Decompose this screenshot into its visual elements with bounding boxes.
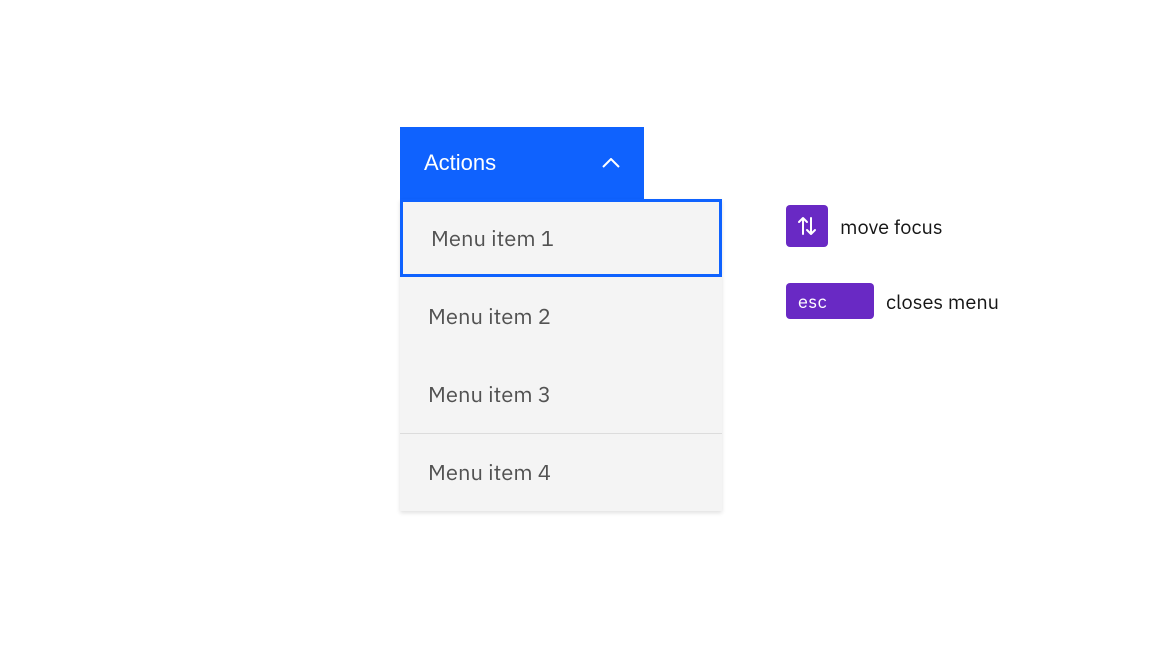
chevron-up-icon: [602, 158, 620, 168]
legend-row-arrows: move focus: [786, 205, 999, 247]
menu-item-3[interactable]: Menu item 3: [400, 355, 722, 433]
menu-item-label: Menu item 1: [431, 224, 554, 253]
keyboard-legend: move focus esc closes menu: [786, 205, 999, 355]
legend-esc-text: closes menu: [886, 288, 999, 315]
arrow-keys-badge: [786, 205, 828, 247]
menu-item-1[interactable]: Menu item 1: [400, 199, 722, 277]
menu-item-label: Menu item 4: [428, 458, 551, 487]
actions-dropdown: Actions Menu item 1 Menu item 2 Menu ite…: [400, 127, 722, 511]
menu-item-label: Menu item 3: [428, 380, 551, 409]
esc-key-badge: esc: [786, 283, 874, 319]
actions-button[interactable]: Actions: [400, 127, 644, 199]
legend-row-esc: esc closes menu: [786, 283, 999, 319]
menu-item-4[interactable]: Menu item 4: [400, 433, 722, 511]
menu-item-2[interactable]: Menu item 2: [400, 277, 722, 355]
actions-button-label: Actions: [424, 150, 496, 176]
dropdown-menu: Menu item 1 Menu item 2 Menu item 3 Menu…: [400, 199, 722, 511]
up-down-arrows-icon: [795, 214, 819, 238]
legend-arrows-text: move focus: [840, 213, 943, 240]
menu-item-label: Menu item 2: [428, 302, 551, 331]
